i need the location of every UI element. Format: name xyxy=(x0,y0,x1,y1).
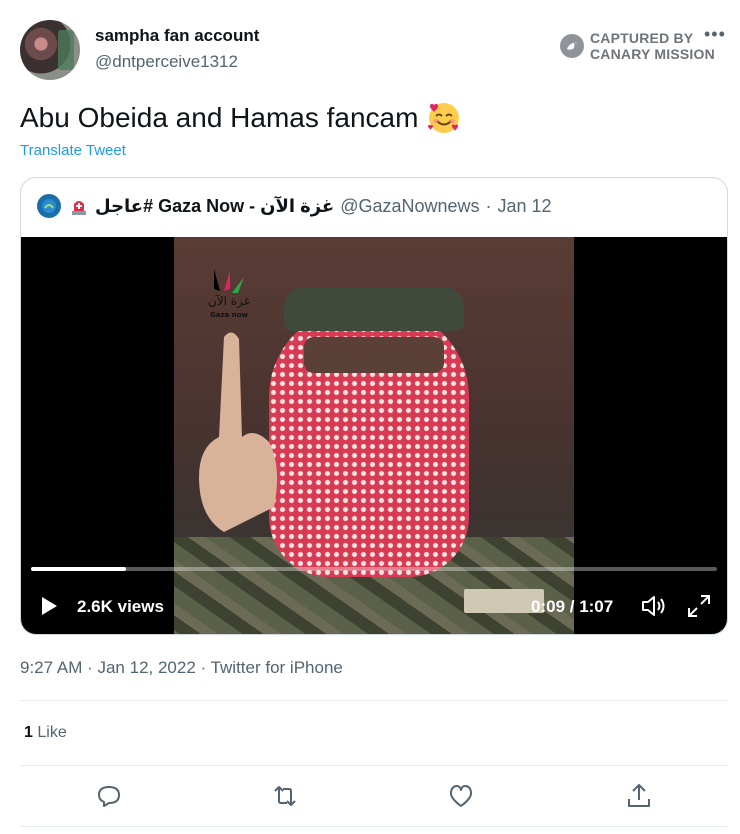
like-count-label: Like xyxy=(37,724,67,741)
gaza-now-logo-icon: غزة الآن Gaza now xyxy=(208,269,250,319)
play-icon[interactable] xyxy=(39,596,59,616)
quoted-tweet[interactable]: عاجل# Gaza Now - غزة الآن @GazaNownews ·… xyxy=(20,177,728,635)
divider xyxy=(20,700,728,701)
logo-text: غزة الآن xyxy=(208,294,250,309)
canary-bird-icon xyxy=(560,34,584,58)
video-player[interactable]: غزة الآن Gaza now 2.6K views 0:09 / 1:07 xyxy=(21,237,727,634)
tweet-timestamp[interactable]: 9:27 AM · Jan 12, 2022 · Twitter for iPh… xyxy=(20,658,343,678)
quoted-date-separator: · xyxy=(485,195,492,216)
video-frame: غزة الآن Gaza now xyxy=(174,237,574,634)
like-count[interactable]: 1 Like xyxy=(24,724,67,742)
divider xyxy=(20,765,728,766)
canary-text: CAPTURED BY CANARY MISSION xyxy=(590,30,715,62)
author-handle[interactable]: @dntperceive1312 xyxy=(95,52,238,72)
video-time: 0:09 / 1:07 xyxy=(531,597,614,616)
divider xyxy=(20,826,728,827)
video-headband xyxy=(284,287,464,331)
fullscreen-icon[interactable] xyxy=(687,594,711,618)
video-eyes xyxy=(304,337,444,373)
video-view-count: 2.6K views xyxy=(77,597,164,616)
tweet-text: Abu Obeida and Hamas fancam xyxy=(20,100,462,136)
logo-subtext: Gaza now xyxy=(210,311,248,319)
video-hand xyxy=(199,332,278,532)
like-count-number: 1 xyxy=(24,724,33,741)
verified-avatar-icon[interactable] xyxy=(37,194,61,218)
video-progress-fill xyxy=(31,567,126,571)
translate-tweet-link[interactable]: Translate Tweet xyxy=(20,142,126,159)
tweet-body: Abu Obeida and Hamas fancam xyxy=(20,102,419,133)
share-icon[interactable] xyxy=(625,782,653,810)
video-progress-bar[interactable] xyxy=(31,567,717,571)
author-avatar[interactable] xyxy=(20,20,80,80)
quoted-handle[interactable]: @GazaNownews xyxy=(340,196,479,217)
retweet-icon[interactable] xyxy=(271,782,299,810)
police-light-icon xyxy=(72,201,86,215)
reply-icon[interactable] xyxy=(95,782,123,810)
tweet-actions xyxy=(20,776,728,816)
canary-watermark: CAPTURED BY CANARY MISSION xyxy=(560,30,715,62)
more-options-icon[interactable]: ••• xyxy=(704,24,726,45)
smiling-face-with-hearts-icon xyxy=(428,103,460,133)
like-icon[interactable] xyxy=(447,782,475,810)
canary-line-2: CANARY MISSION xyxy=(590,46,715,62)
canary-line-1: CAPTURED BY xyxy=(590,30,694,46)
quoted-date[interactable]: Jan 12 xyxy=(498,196,552,217)
quoted-account-name[interactable]: عاجل# Gaza Now - غزة الآن xyxy=(95,196,334,217)
volume-icon[interactable] xyxy=(641,594,667,618)
author-name[interactable]: sampha fan account xyxy=(95,26,259,46)
quoted-tweet-header: عاجل# Gaza Now - غزة الآن @GazaNownews ·… xyxy=(37,194,552,218)
